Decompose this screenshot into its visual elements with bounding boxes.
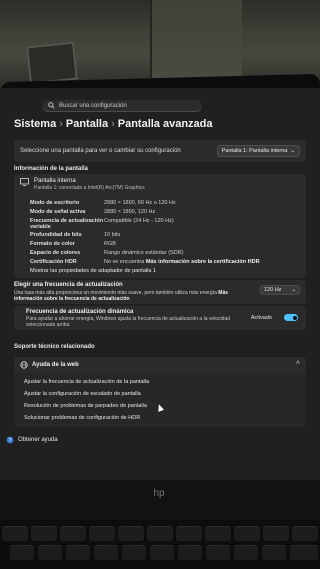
info-key: Profundidad de bits: [30, 232, 82, 238]
keyboard-key: [176, 526, 202, 541]
keyboard-key: [122, 545, 146, 560]
keyboard-key: [31, 526, 57, 541]
search-placeholder: Buscar una configuración: [59, 102, 127, 109]
keyboard-key: [38, 545, 62, 560]
info-key: Espacio de colores: [30, 250, 81, 256]
background-picture-frame: [26, 41, 78, 85]
dynamic-refresh-state: Activado: [250, 315, 272, 321]
hdr-info-link[interactable]: Más información sobre la certificación H…: [146, 259, 260, 265]
display-subtitle: Pantalla 1: conectada a Intel(R) Arc(TM)…: [34, 185, 145, 191]
info-value: RGB: [104, 241, 116, 247]
keyboard-key: [234, 545, 258, 560]
info-value: Compatible (24 Hz - 120 Hz): [104, 218, 174, 224]
info-value-group: No se encuentra Más información sobre la…: [104, 259, 260, 265]
chevron-down-icon: ⌄: [291, 287, 296, 293]
info-value: Rango dinámico estándar (SDR): [104, 250, 184, 256]
chevron-up-icon: ˄: [295, 360, 300, 367]
laptop-bezel-bottom: hp: [0, 480, 320, 520]
keyboard-key: [234, 526, 260, 541]
dynamic-refresh-row: Frecuencia de actualización dinámica Par…: [14, 306, 306, 330]
info-row-bit-depth: Profundidad de bits 10 bits: [30, 232, 120, 238]
get-help-link[interactable]: ? Obtener ayuda: [6, 436, 58, 444]
get-help-label: Obtener ayuda: [18, 437, 58, 443]
help-link-flicker[interactable]: Resolución de problemas de parpadeo de p…: [24, 403, 147, 409]
info-value: 2880 × 1800, 60 Hz o 120 Hz: [104, 200, 176, 206]
refresh-rate-title: Elegir una frecuencia de actualización: [14, 282, 123, 288]
keyboard-key: [118, 526, 144, 541]
info-value: 2880 × 1800, 120 Hz: [104, 209, 156, 215]
info-key: Frecuencia de actualización variable: [30, 218, 104, 230]
help-link-scaling[interactable]: Ajustar la configuración de escalado de …: [24, 391, 141, 397]
breadcrumb-separator: ›: [59, 118, 63, 130]
monitor-select-value: Pantalla 1: Pantalla interna: [221, 148, 288, 154]
search-input[interactable]: Buscar una configuración: [42, 100, 202, 112]
keyboard-key: [60, 526, 86, 541]
keyboard-key: [150, 545, 174, 560]
keyboard-key: [292, 526, 318, 541]
keyboard-key: [89, 526, 115, 541]
search-icon: [48, 102, 55, 109]
chevron-down-icon: ⌄: [290, 148, 295, 154]
support-section-title: Soporte técnico relacionado: [14, 344, 95, 350]
keyboard-key: [290, 545, 318, 560]
svg-text:?: ?: [9, 438, 12, 444]
monitor-icon: [20, 178, 29, 186]
monitor-select-dropdown[interactable]: Pantalla 1: Pantalla interna ⌄: [216, 145, 300, 157]
keyboard-key: [263, 526, 289, 541]
settings-window: Buscar una configuración Sistema › Pantall…: [0, 88, 320, 480]
web-help-links: Ajustar la frecuencia de actualización d…: [14, 373, 306, 427]
page-title: Pantalla avanzada: [117, 118, 213, 130]
laptop-keyboard: [0, 520, 320, 569]
info-row-signal-mode: Modo de señal activa 2880 × 1800, 120 Hz: [30, 209, 155, 215]
info-value: 10 bits: [104, 232, 121, 238]
refresh-rate-row: Elegir una frecuencia de actualización U…: [14, 280, 306, 304]
breadcrumb-item-pantalla[interactable]: Pantalla: [66, 118, 108, 130]
display-info-section-title: Información de la pantalla: [14, 166, 89, 172]
laptop-logo: hp: [153, 488, 165, 499]
adapter-properties-link[interactable]: Mostrar las propiedades de adaptador de …: [30, 268, 156, 274]
breadcrumb-item-sistema[interactable]: Sistema: [14, 118, 56, 130]
info-row-variable-refresh: Frecuencia de actualización variable Com…: [30, 218, 174, 230]
info-row-hdr: Certificación HDR No se encuentra Más in…: [30, 259, 260, 265]
breadcrumb: Sistema › Pantalla › Pantalla avanzada: [14, 118, 213, 130]
info-row-color-format: Formato de color RGB: [30, 241, 116, 247]
display-name: Pantalla interna: [34, 178, 76, 184]
info-value: No se encuentra: [104, 259, 145, 265]
info-key: Modo de escritorio: [30, 200, 80, 206]
keyboard-key: [206, 545, 230, 560]
keyboard-key: [66, 545, 90, 560]
keyboard-key: [178, 545, 202, 560]
refresh-rate-description: Una tasa más alta proporciona un movimie…: [14, 290, 244, 302]
info-key: Certificación HDR: [30, 259, 77, 265]
info-key: Formato de color: [30, 241, 75, 247]
refresh-rate-dropdown[interactable]: 120 Hz ⌄: [260, 285, 300, 295]
refresh-rate-value: 120 Hz: [264, 287, 282, 293]
breadcrumb-separator: ›: [111, 118, 115, 130]
help-icon: ?: [6, 436, 14, 444]
keyboard-key: [205, 526, 231, 541]
globe-icon: [20, 361, 28, 369]
help-link-refresh-rate[interactable]: Ajustar la frecuencia de actualización d…: [24, 379, 149, 385]
monitor-select-label: Seleccione una pantalla para ver o cambi…: [20, 148, 181, 154]
dynamic-refresh-description: Para ayudar a ahorrar energía, Windows a…: [26, 316, 231, 328]
web-help-header[interactable]: Ayuda de la web ˄: [14, 357, 306, 373]
toggle-knob: [292, 315, 297, 320]
keyboard-key: [10, 545, 34, 560]
keyboard-key: [2, 526, 28, 541]
keyboard-key: [147, 526, 173, 541]
info-key: Modo de señal activa: [30, 209, 86, 215]
keyboard-key: [94, 545, 118, 560]
dynamic-refresh-title: Frecuencia de actualización dinámica: [26, 309, 134, 315]
web-help-title: Ayuda de la web: [32, 362, 79, 368]
help-link-hdr[interactable]: Solucionar problemas de configuración de…: [24, 415, 140, 421]
info-row-desktop-mode: Modo de escritorio 2880 × 1800, 60 Hz o …: [30, 200, 176, 206]
dynamic-refresh-toggle[interactable]: [284, 314, 298, 321]
display-info-card: Pantalla interna Pantalla 1: conectada a…: [14, 174, 306, 278]
display-header: Pantalla interna Pantalla 1: conectada a…: [20, 178, 145, 191]
monitor-select-row: Seleccione una pantalla para ver o cambi…: [14, 140, 306, 162]
keyboard-key: [262, 545, 286, 560]
info-row-color-space: Espacio de colores Rango dinámico estánd…: [30, 250, 183, 256]
